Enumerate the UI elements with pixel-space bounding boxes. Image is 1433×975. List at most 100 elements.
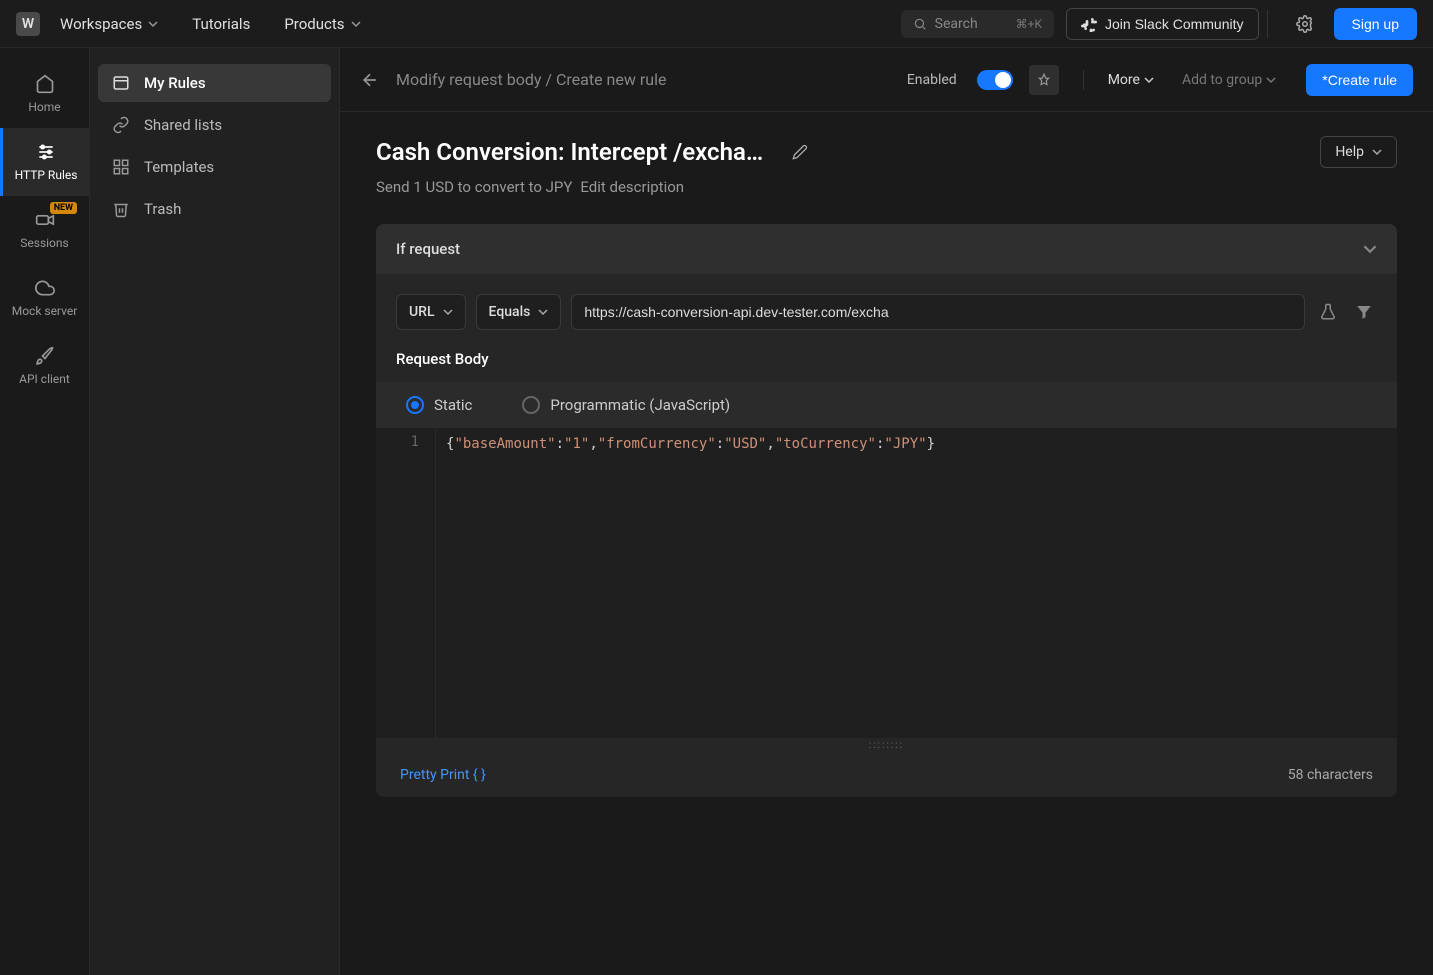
enabled-label: Enabled — [907, 72, 957, 88]
nav-mock-server[interactable]: Mock server — [0, 264, 89, 332]
chevron-down-icon — [1363, 242, 1377, 256]
signup-button[interactable]: Sign up — [1334, 8, 1417, 40]
slack-label: Join Slack Community — [1105, 16, 1244, 32]
enabled-toggle[interactable] — [977, 70, 1013, 90]
test-url-button[interactable] — [1315, 299, 1341, 325]
products-label: Products — [284, 15, 344, 33]
workspace-avatar[interactable]: W — [16, 12, 40, 36]
flask-icon — [1319, 303, 1337, 321]
products-dropdown[interactable]: Products — [274, 9, 370, 39]
rule-title: Cash Conversion: Intercept /exchan… — [376, 138, 776, 166]
rule-description: Send 1 USD to convert to JPY — [376, 178, 572, 196]
pin-button[interactable] — [1029, 65, 1059, 95]
nav-api-client-label: API client — [19, 372, 70, 386]
chevron-down-icon — [1144, 75, 1154, 85]
more-label: More — [1108, 72, 1140, 88]
link-icon — [112, 116, 130, 134]
pin-icon — [1037, 73, 1051, 87]
pretty-print-link[interactable]: Pretty Print { } — [400, 767, 486, 783]
code-body[interactable]: {"baseAmount":"1","fromCurrency":"USD","… — [436, 428, 1397, 738]
radio-icon — [406, 396, 424, 414]
nav-sessions[interactable]: NEW Sessions — [0, 196, 89, 264]
sidebar-templates-label: Templates — [144, 158, 214, 176]
search-shortcut: ⌘+K — [1016, 17, 1042, 31]
chevron-down-icon — [148, 19, 158, 29]
main-header: Modify request body / Create new rule En… — [340, 48, 1433, 112]
code-editor[interactable]: 1 {"baseAmount":"1","fromCurrency":"USD"… — [376, 428, 1397, 738]
sidebar-trash[interactable]: Trash — [98, 190, 331, 228]
join-slack-button[interactable]: Join Slack Community — [1066, 8, 1259, 40]
cloud-icon — [35, 278, 55, 298]
nav-rail: Home HTTP Rules NEW Sessions Mock server… — [0, 48, 90, 975]
nav-api-client[interactable]: API client — [0, 332, 89, 400]
back-button[interactable] — [360, 70, 380, 90]
chevron-down-icon — [443, 307, 453, 317]
home-icon — [35, 74, 55, 94]
sidebar-templates[interactable]: Templates — [98, 148, 331, 186]
card-header: If request — [376, 224, 1397, 274]
radio-programmatic[interactable]: Programmatic (JavaScript) — [522, 396, 730, 414]
gear-icon — [1296, 15, 1314, 33]
filter-button[interactable] — [1351, 299, 1377, 325]
radio-programmatic-label: Programmatic (JavaScript) — [550, 396, 730, 414]
rules-icon — [112, 74, 130, 92]
slack-icon — [1081, 16, 1097, 32]
if-request-card: If request URL Equals — [376, 224, 1397, 797]
workspaces-label: Workspaces — [60, 15, 142, 33]
collapse-button[interactable] — [1363, 242, 1377, 256]
source-type-select[interactable]: URL — [396, 294, 466, 330]
edit-description-link[interactable]: Edit description — [580, 178, 684, 196]
more-dropdown[interactable]: More — [1108, 72, 1154, 88]
nav-sessions-label: Sessions — [20, 236, 68, 250]
line-gutter: 1 — [376, 428, 436, 738]
grid-icon — [112, 158, 130, 176]
trash-icon — [112, 200, 130, 218]
main-content: Modify request body / Create new rule En… — [340, 48, 1433, 975]
help-label: Help — [1335, 144, 1364, 160]
sidebar-my-rules[interactable]: My Rules — [98, 64, 331, 102]
tutorials-link[interactable]: Tutorials — [182, 9, 260, 39]
topbar: W Workspaces Tutorials Products Search ⌘… — [0, 0, 1433, 48]
body-type-radios: Static Programmatic (JavaScript) — [376, 382, 1397, 428]
radio-static-label: Static — [434, 396, 472, 414]
radio-icon — [522, 396, 540, 414]
add-to-group-label: Add to group — [1182, 72, 1262, 88]
nav-home[interactable]: Home — [0, 60, 89, 128]
chevron-down-icon — [351, 19, 361, 29]
url-input[interactable] — [571, 294, 1305, 330]
nav-http-rules-label: HTTP Rules — [15, 168, 78, 182]
operator-label: Equals — [489, 304, 531, 320]
new-badge: NEW — [50, 202, 77, 214]
request-body-label: Request Body — [376, 350, 1397, 382]
chevron-down-icon — [1372, 147, 1382, 157]
if-request-label: If request — [396, 240, 460, 258]
sliders-icon — [36, 142, 56, 162]
chevron-down-icon — [1266, 75, 1276, 85]
search-input[interactable]: Search ⌘+K — [901, 10, 1054, 38]
nav-home-label: Home — [28, 100, 60, 114]
add-to-group-dropdown[interactable]: Add to group — [1182, 72, 1276, 88]
divider — [1083, 70, 1084, 90]
resize-handle[interactable]: :::::::: — [376, 738, 1397, 757]
chevron-down-icon — [538, 307, 548, 317]
operator-select[interactable]: Equals — [476, 294, 562, 330]
workspaces-dropdown[interactable]: Workspaces — [50, 9, 168, 39]
source-type-label: URL — [409, 304, 435, 320]
nav-mock-server-label: Mock server — [12, 304, 78, 318]
create-rule-button[interactable]: *Create rule — [1306, 64, 1413, 96]
sidebar-my-rules-label: My Rules — [144, 74, 206, 92]
filter-icon — [1355, 303, 1373, 321]
edit-title-button[interactable] — [792, 144, 808, 160]
condition-row: URL Equals — [376, 274, 1397, 350]
sidebar-shared-lists[interactable]: Shared lists — [98, 106, 331, 144]
line-number: 1 — [376, 434, 419, 450]
nav-http-rules[interactable]: HTTP Rules — [0, 128, 89, 196]
sidebar-trash-label: Trash — [144, 200, 181, 218]
radio-static[interactable]: Static — [406, 396, 472, 414]
breadcrumb: Modify request body / Create new rule — [396, 70, 666, 89]
help-button[interactable]: Help — [1320, 136, 1397, 168]
divider — [1267, 10, 1268, 38]
editor-footer: Pretty Print { } 58 characters — [376, 757, 1397, 797]
sidebar-shared-lists-label: Shared lists — [144, 116, 222, 134]
settings-button[interactable] — [1288, 7, 1322, 41]
